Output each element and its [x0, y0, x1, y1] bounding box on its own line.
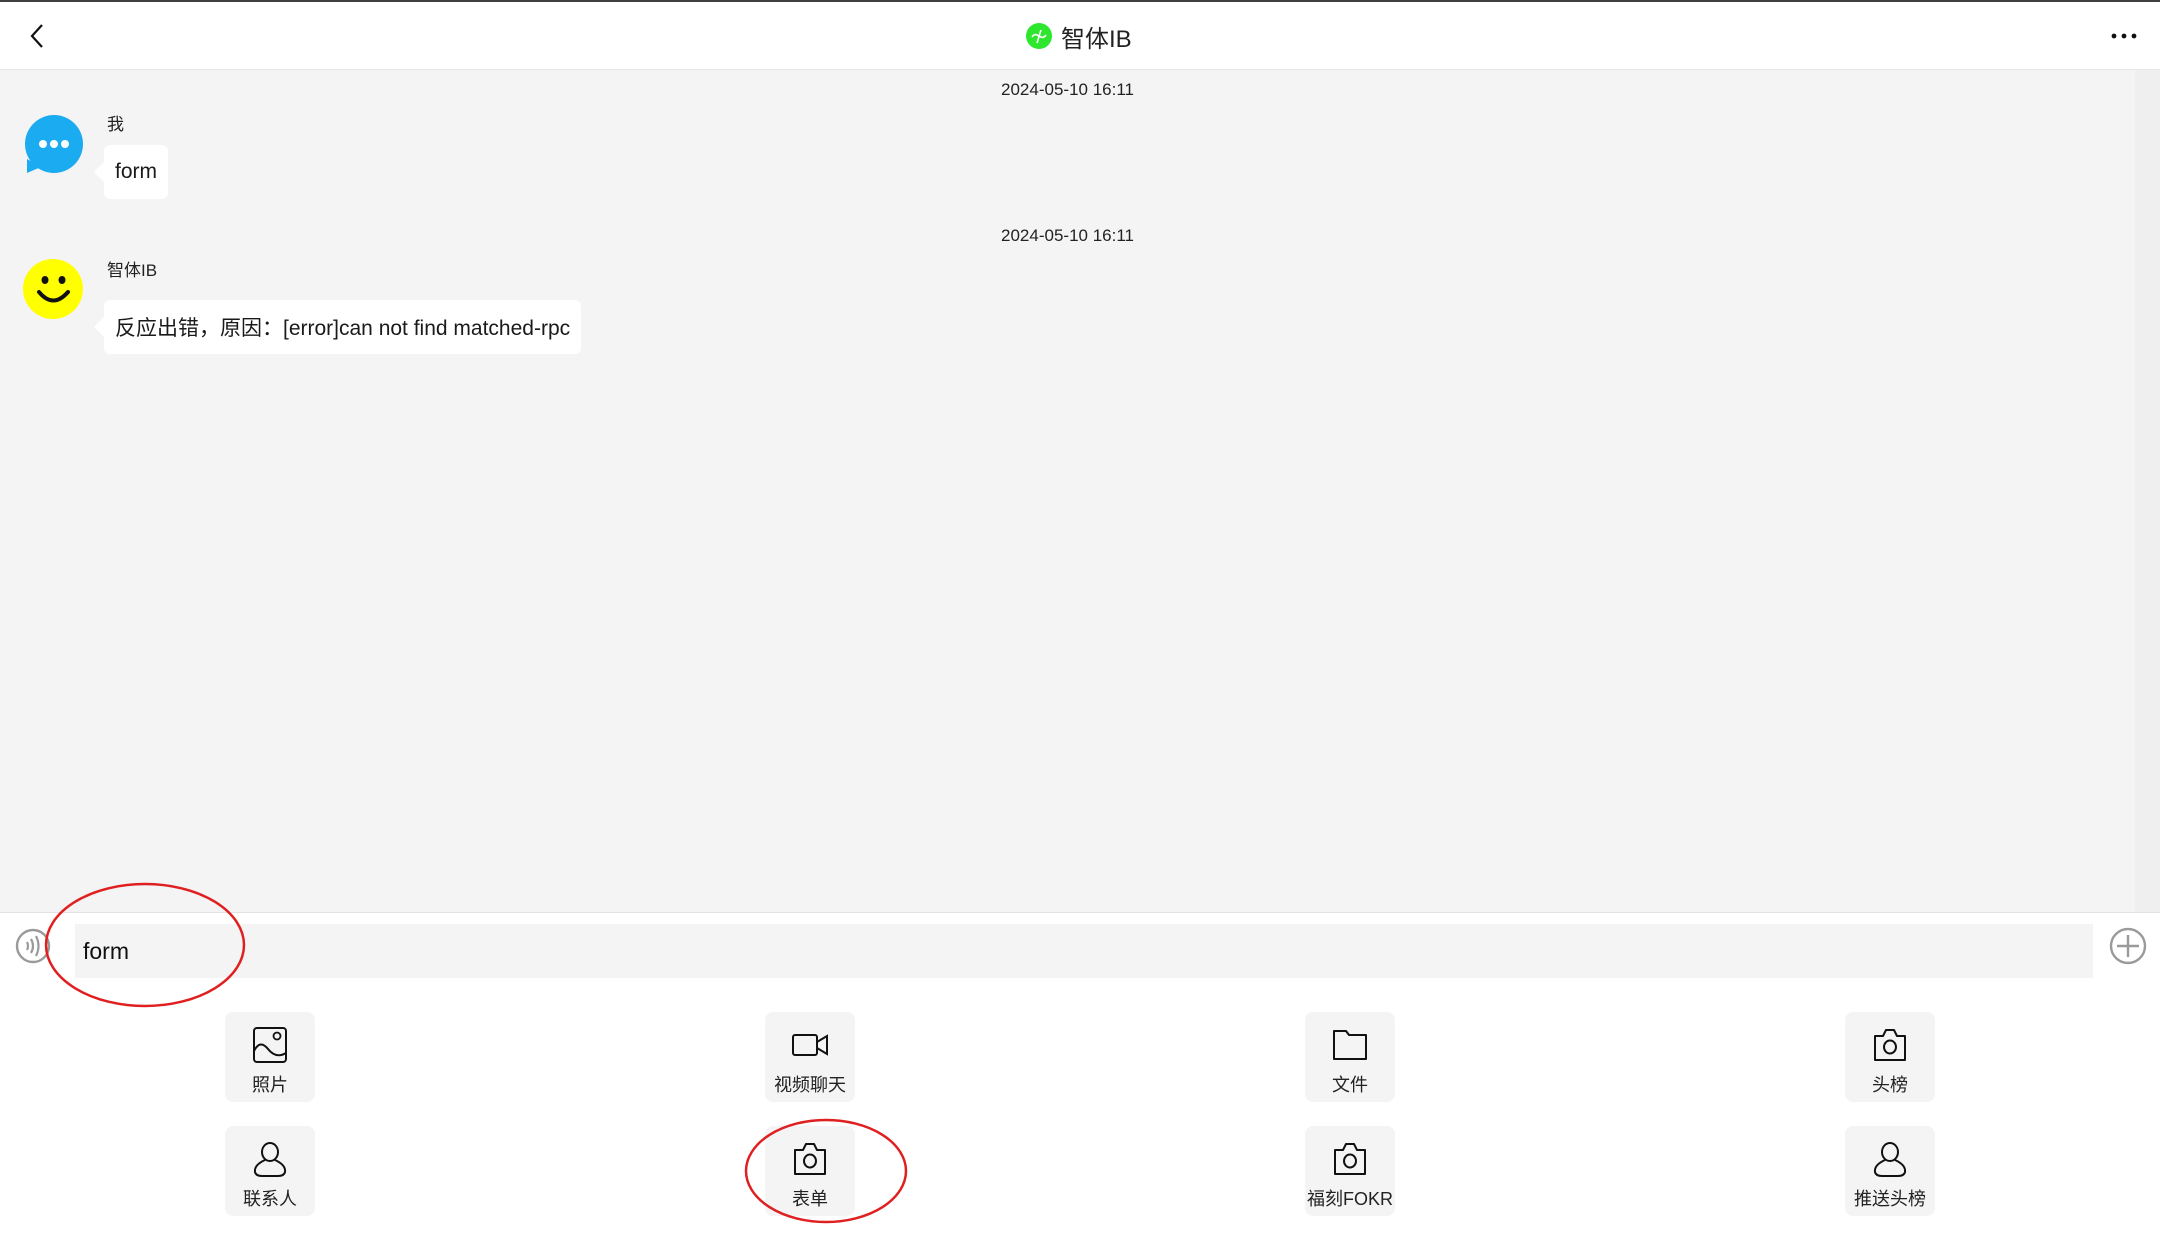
video-camera-icon: [792, 1034, 828, 1056]
plus-circle-button[interactable]: [2108, 926, 2148, 966]
action-label: 表单: [792, 1189, 828, 1209]
action-video-chat[interactable]: 视频聊天: [765, 1012, 855, 1102]
action-leaderboard[interactable]: 头榜: [1845, 1012, 1935, 1102]
action-label: 头榜: [1872, 1075, 1908, 1095]
more-options-icon[interactable]: [2108, 24, 2140, 48]
message-bubble[interactable]: 反应出错，原因：[error]can not find matched-rpc: [93, 300, 582, 354]
action-push-leaderboard[interactable]: 推送头榜: [1845, 1126, 1935, 1216]
message-input[interactable]: [75, 924, 2093, 978]
scrollbar-track[interactable]: [2135, 70, 2160, 912]
message-timestamp: 2024-05-10 16:11: [1001, 80, 1134, 99]
folder-icon: [1333, 1030, 1367, 1060]
user-avatar-chat-bubble-icon[interactable]: [23, 115, 83, 175]
page-title: 智体IB: [1061, 25, 1132, 53]
action-contacts[interactable]: 联系人: [225, 1126, 315, 1216]
status-online-icon: [1026, 23, 1052, 49]
message-text: form: [115, 160, 157, 183]
camera-icon: [1334, 1143, 1366, 1175]
message-bubble[interactable]: form: [94, 145, 168, 199]
person-icon: [1873, 1142, 1907, 1177]
camera-icon: [1874, 1029, 1906, 1061]
action-label: 福刻FOKR: [1306, 1189, 1393, 1209]
bot-avatar-smiley-icon[interactable]: [23, 259, 83, 319]
person-icon: [253, 1142, 287, 1177]
action-file[interactable]: 文件: [1305, 1012, 1395, 1102]
voice-input-button[interactable]: [14, 927, 52, 965]
chat-header: 智体IB: [0, 2, 2160, 70]
action-label: 联系人: [243, 1189, 297, 1209]
image-icon: [253, 1027, 287, 1063]
action-label: 视频聊天: [774, 1075, 846, 1095]
camera-icon: [794, 1143, 826, 1175]
action-fokr[interactable]: 福刻FOKR: [1305, 1126, 1395, 1216]
header-title-group: 智体IB: [1026, 16, 1132, 56]
message-text: 反应出错，原因：[error]can not find matched-rpc: [115, 317, 571, 340]
action-label: 照片: [252, 1075, 288, 1095]
action-form[interactable]: 表单: [765, 1126, 855, 1216]
sender-name: 智体IB: [107, 261, 158, 280]
sender-name: 我: [107, 115, 124, 134]
message-timestamp: 2024-05-10 16:11: [1001, 226, 1134, 245]
action-photo[interactable]: 照片: [225, 1012, 315, 1102]
message-list[interactable]: 2024-05-10 16:11 我 form 2024-05-10 16:11…: [0, 70, 2135, 912]
action-label: 文件: [1332, 1075, 1368, 1095]
back-button[interactable]: [24, 20, 52, 52]
action-label: 推送头榜: [1854, 1189, 1926, 1209]
